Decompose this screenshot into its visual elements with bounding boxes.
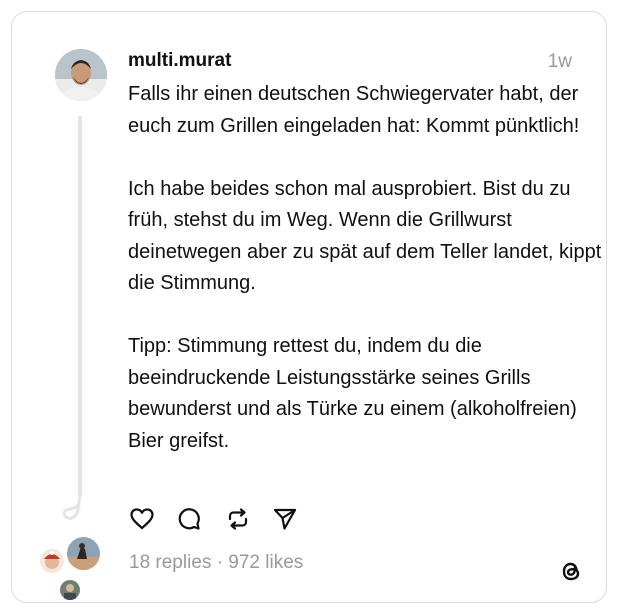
reply-avatar[interactable] (58, 578, 82, 602)
comment-icon (178, 508, 200, 530)
post-paragraph: Falls ihr einen deutschen Schwiegervater… (128, 83, 580, 137)
thread-loop (62, 490, 82, 520)
post-paragraph: Ich habe beides schon mal ausprobiert. B… (128, 177, 602, 295)
reply-button[interactable] (176, 506, 202, 532)
threads-logo-icon[interactable] (558, 558, 584, 584)
reply-avatar[interactable] (38, 547, 66, 575)
author-username[interactable]: multi.murat (128, 50, 231, 72)
post-timestamp[interactable]: 1w (548, 51, 572, 73)
post-body: Falls ihr einen deutschen Schwiegervater… (128, 79, 604, 457)
post-paragraph: Tipp: Stimmung rettest du, indem du die … (128, 335, 577, 452)
repost-icon (228, 508, 248, 530)
send-icon (273, 508, 297, 530)
thread-line (78, 116, 82, 498)
post-card: multi.murat 1w Falls ihr einen deutschen… (11, 11, 607, 603)
post-stats[interactable]: 18 replies · 972 likes (129, 552, 303, 574)
reply-avatar[interactable] (65, 535, 102, 572)
repost-button[interactable] (225, 506, 251, 532)
heart-icon (130, 508, 154, 530)
like-button[interactable] (129, 506, 155, 532)
author-avatar[interactable] (55, 49, 107, 101)
share-button[interactable] (272, 506, 298, 532)
